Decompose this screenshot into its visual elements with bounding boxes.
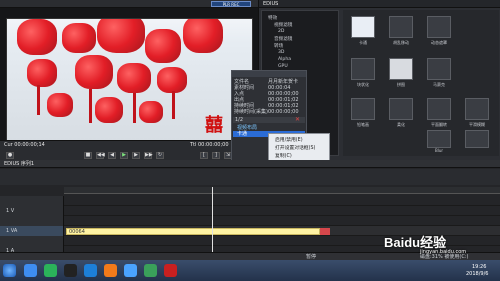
effect-label: 平滑模糊 xyxy=(469,122,485,127)
firefox-icon[interactable] xyxy=(104,264,117,277)
effect-label: 块状化 xyxy=(357,82,369,87)
ie-icon[interactable] xyxy=(84,264,97,277)
effect-tile[interactable] xyxy=(427,98,451,120)
track-label: 1 VA xyxy=(6,228,18,234)
effect-label: 柔化 xyxy=(397,122,405,127)
step-forward-button[interactable]: ▶ xyxy=(132,152,140,159)
timeline-titlebar: EDIUS 序列1 xyxy=(0,160,500,168)
effect-tile[interactable] xyxy=(465,130,489,148)
effect-tile[interactable] xyxy=(351,16,375,38)
mark-in-button[interactable]: [ xyxy=(200,152,208,159)
effect-tile[interactable] xyxy=(351,58,375,80)
menu-bar: 文件 编辑 视图 素材 标记 模式 采集 渲染 工具 设置 窗口 帮助 PLR … xyxy=(0,0,258,17)
effect-label: 铅笔画 xyxy=(357,122,369,127)
media-icon[interactable] xyxy=(144,264,157,277)
ctx-enable[interactable]: 启用/禁用(E) xyxy=(275,138,303,144)
tree-item[interactable]: 2D xyxy=(278,29,284,34)
tree-item[interactable]: GPU xyxy=(278,64,288,69)
loop-button[interactable]: ↻ xyxy=(156,152,164,159)
playhead[interactable] xyxy=(212,187,213,253)
prop-key: 持续时间(采集) xyxy=(234,109,268,115)
dialog-titlebar[interactable] xyxy=(232,71,306,77)
track-row xyxy=(0,216,500,226)
effect-label: 卡通 xyxy=(359,40,367,45)
ctx-open-settings[interactable]: 打开设置对话框(S) xyxy=(275,146,315,152)
effect-label: Blur xyxy=(434,148,444,153)
app-icon[interactable] xyxy=(44,264,57,277)
tree-item[interactable]: 音频滤镜 xyxy=(274,36,292,42)
effect-tile[interactable] xyxy=(389,16,413,38)
start-icon[interactable] xyxy=(3,264,16,277)
effect-tile[interactable] xyxy=(465,98,489,120)
effect-label: 胡乱移动 xyxy=(393,40,409,45)
video-clip[interactable]: 00064 xyxy=(66,228,320,235)
prop-value: 00:00:00;00 xyxy=(268,109,299,115)
timecode-current: Cur 00:00:00;14 xyxy=(4,142,45,148)
effect-count: 1/2 xyxy=(235,117,244,123)
timeline-title: EDIUS 序列1 xyxy=(4,161,35,167)
effect-list-header: 1/2 ✕ xyxy=(233,117,305,123)
effect-tile[interactable] xyxy=(427,58,451,80)
player-controls: Cur 00:00:00;14 Ttl 00:00:00;00 ● ■ ◀◀ ◀… xyxy=(0,140,258,160)
tree-item[interactable]: Alpha xyxy=(278,57,291,62)
plr-rec-badge[interactable]: PLR REC xyxy=(211,1,251,7)
timeline-ruler[interactable] xyxy=(64,187,500,194)
qq-icon[interactable] xyxy=(64,264,77,277)
player-window: 囍 xyxy=(0,8,258,142)
stop-button[interactable]: ■ xyxy=(84,152,92,159)
effect-tile[interactable] xyxy=(389,58,413,80)
effect-label: 拼图 xyxy=(397,82,405,87)
rewind-button[interactable]: ◀◀ xyxy=(96,152,105,159)
effect-tile[interactable] xyxy=(427,130,451,148)
step-back-button[interactable]: ◀ xyxy=(108,152,116,159)
tree-item[interactable]: 视频滤镜 xyxy=(274,22,292,28)
timeline-toolbar xyxy=(0,169,500,185)
track-row xyxy=(0,196,500,206)
effect-label: 马赛克 xyxy=(433,82,445,87)
record-button[interactable]: ● xyxy=(6,152,14,159)
xi-character: 囍 xyxy=(205,115,223,136)
timecode-total: Ttl 00:00:00;00 xyxy=(190,142,229,148)
effect-tile[interactable] xyxy=(389,98,413,120)
preview-image: 囍 xyxy=(6,18,253,142)
folder-icon[interactable] xyxy=(124,264,137,277)
play-button[interactable]: ▶ xyxy=(120,152,128,159)
track-label: 1 V xyxy=(6,208,15,214)
effect-label: 动态遮罩 xyxy=(431,40,447,45)
watermark-url: jingyan.baidu.com xyxy=(420,249,467,255)
explorer-icon[interactable] xyxy=(24,264,37,277)
edius-icon[interactable] xyxy=(164,264,177,277)
tree-item[interactable]: 特效 xyxy=(268,15,277,21)
effects-panel-title: EDIUS xyxy=(259,0,500,8)
effect-item-label: 卡通 xyxy=(237,131,248,137)
effect-tile[interactable] xyxy=(427,16,451,38)
effect-label: 平面翻转 xyxy=(431,122,447,127)
clock-date: 2018/9/6 xyxy=(466,271,489,277)
mark-out-button[interactable]: ] xyxy=(212,152,220,159)
track-row: 1 V xyxy=(0,206,500,216)
effect-tile[interactable] xyxy=(351,98,375,120)
taskbar: 19:26 2018/9/6 xyxy=(0,260,500,281)
clip-label: 00064 xyxy=(69,229,85,235)
tree-item[interactable]: 转场 xyxy=(274,43,283,49)
tree-item[interactable]: 3D xyxy=(278,50,284,55)
panel-title: EDIUS xyxy=(263,1,279,7)
fast-forward-button[interactable]: ▶▶ xyxy=(144,152,153,159)
clock-time: 19:26 xyxy=(472,264,487,270)
delete-icon[interactable]: ✕ xyxy=(295,117,300,123)
effects-grid: 卡通 胡乱移动 动态遮罩 块状化 拼图 马赛克 铅笔画 柔化 平面翻转 平滑模糊… xyxy=(343,10,499,156)
clip-effect-marker xyxy=(320,228,330,235)
